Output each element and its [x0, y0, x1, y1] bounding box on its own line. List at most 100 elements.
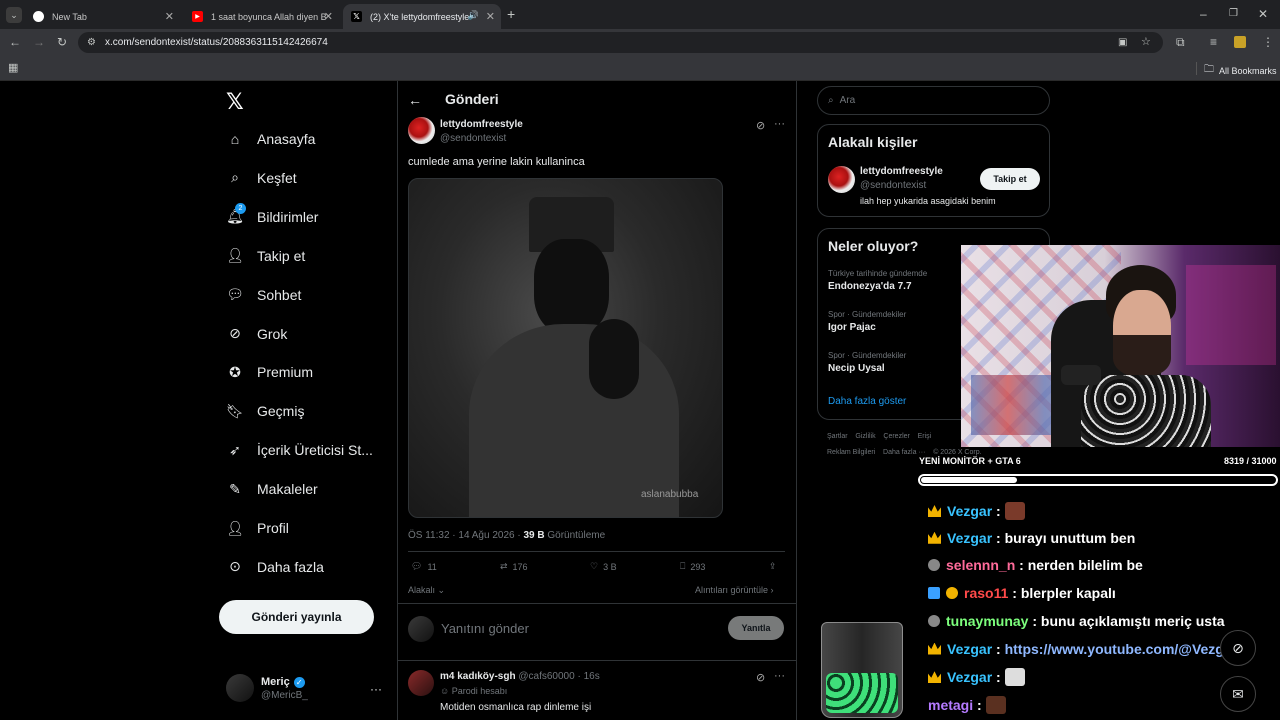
extensions-icon[interactable]: ⧉ [1176, 36, 1185, 48]
minimize-icon[interactable]: – [1200, 8, 1207, 20]
related-handle[interactable]: @sendontexist [860, 180, 926, 191]
sidebar-item-label: Anasayfa [257, 131, 316, 147]
more-options-icon[interactable]: ··· [774, 118, 785, 130]
bookmark-icon: 🔖︎ [226, 402, 244, 419]
footer-links-1[interactable]: Şartlar Gizlilik Çerezler Erişi [827, 433, 931, 440]
tab-search-icon[interactable]: ⌄ [6, 7, 22, 23]
view-quotes-link[interactable]: Alıntıları görüntüle › [695, 585, 774, 595]
sidebar-item-11[interactable]: ⊙ Daha fazla [226, 556, 324, 578]
reply-input[interactable]: Yanıtını gönder [441, 621, 529, 636]
address-bar[interactable]: ⚙ x.com/sendontexist/status/208836311514… [78, 32, 1163, 53]
more-icon: ⊙ [229, 558, 241, 575]
close-icon[interactable]: ✕ [324, 10, 333, 23]
chat-username: tunaymunay [946, 612, 1029, 629]
chat-separator: : [992, 640, 1005, 657]
grok-icon[interactable]: ⊘ [756, 671, 765, 684]
sidebar-item-label: Grok [257, 325, 288, 342]
repost-count: 176 [512, 561, 528, 572]
divider [408, 551, 785, 552]
sidebar-item-6[interactable]: ✪ Premium [226, 361, 313, 383]
profile-icon[interactable] [1234, 36, 1246, 48]
account-name-row[interactable]: Meriç ✓ [261, 676, 305, 688]
back-icon[interactable]: ← [9, 36, 21, 48]
cast-icon[interactable]: ▣ [1118, 37, 1127, 49]
account-more-icon[interactable]: ··· [370, 682, 382, 696]
messages-float-icon[interactable]: ✉︎ [1220, 676, 1256, 712]
profile-icon: 👤︎ [226, 519, 244, 536]
tab-x-post[interactable]: 𝕏 (2) X'te lettydomfreestyle: " 🔊 ✕ [343, 4, 501, 29]
reply-avatar [408, 616, 434, 642]
all-bookmarks[interactable]: 🗀 All Bookmarks [1204, 62, 1277, 79]
sidebar-item-2[interactable]: 🔔︎ 2 Bildirimler [226, 202, 318, 228]
repost-action[interactable]: ⇄ 176 [500, 561, 528, 572]
trend-item[interactable]: Türkiye tarihinde gündemde Endonezya'da … [828, 269, 927, 292]
grok-float-icon[interactable]: ⊘ [1220, 630, 1256, 666]
close-icon[interactable]: ✕ [165, 10, 174, 23]
heart-icon: ♡ [590, 561, 599, 571]
related-name[interactable]: lettydomfreestyle [860, 166, 943, 177]
tab-youtube[interactable]: ▶ 1 saat boyunca Allah diyen Bim ✕ [184, 4, 339, 29]
author-name[interactable]: lettydomfreestyle [440, 119, 523, 130]
search-icon: ⌕ [231, 169, 239, 186]
reply-icon: 💬︎ [411, 561, 423, 571]
restore-icon[interactable]: ❐ [1229, 8, 1238, 20]
avatar[interactable] [226, 674, 254, 702]
close-window-icon[interactable]: ✕ [1258, 8, 1268, 20]
sidebar-item-3[interactable]: 👤︎ Takip et [226, 245, 305, 267]
site-info-icon[interactable]: ⚙ [87, 37, 96, 49]
post-button[interactable]: Gönderi yayınla [219, 600, 374, 634]
trend-item[interactable]: Spor · Gündemdekiler Igor Pajac [828, 310, 906, 333]
menu-icon[interactable]: ⋮ [1262, 36, 1274, 48]
account-handle: @MericB_ [261, 690, 308, 701]
share-icon[interactable]: ⇪ [769, 561, 777, 572]
sidebar-item-label: Keşfet [257, 169, 297, 186]
sidebar-item-9[interactable]: ✎ Makaleler [226, 478, 318, 500]
reload-icon[interactable]: ↻ [57, 36, 67, 48]
close-icon[interactable]: ✕ [486, 10, 495, 23]
commenter-name[interactable]: m4 kadıköy-sgh [440, 671, 516, 682]
commenter-avatar[interactable] [408, 670, 434, 696]
x-logo[interactable]: 𝕏 [226, 89, 244, 115]
sub-badge-icon [928, 614, 940, 627]
chat-username: selennn_n [946, 557, 1016, 574]
tab-new-tab[interactable]: New Tab ✕ [25, 4, 180, 29]
more-options-icon[interactable]: ··· [774, 670, 785, 682]
post-timestamp: ÖS 11:32 · 14 Ağu 2026 · [408, 530, 524, 541]
grok-icon[interactable]: ⊘ [756, 119, 765, 132]
follow-button[interactable]: Takip et [980, 168, 1040, 190]
author-avatar[interactable] [408, 117, 435, 144]
forward-icon[interactable]: → [33, 36, 45, 48]
trend-name: Igor Pajac [828, 322, 876, 333]
emote-image [1004, 502, 1025, 520]
relevance-dropdown[interactable]: Alakalı ⌄ [408, 585, 445, 596]
bookmark-star-icon[interactable]: ☆ [1141, 36, 1151, 48]
reply-button[interactable]: Yanıtla [728, 616, 784, 640]
related-avatar[interactable] [828, 166, 855, 193]
apps-icon[interactable]: ▦ [8, 62, 18, 74]
post-meta: ÖS 11:32 · 14 Ağu 2026 · 39 B Görüntülem… [408, 530, 605, 541]
post-video[interactable]: aslanabubba [408, 178, 723, 518]
author-handle[interactable]: @sendontexist [440, 133, 506, 144]
like-action[interactable]: ♡ 3 B [590, 561, 617, 572]
new-tab-icon[interactable]: + [507, 7, 515, 21]
commenter-handle[interactable]: @cafs60000 [518, 671, 574, 682]
bookmark-action[interactable]: ⎕ 293 [680, 561, 705, 572]
reply-action[interactable]: 💬︎ 11 [411, 561, 437, 572]
sidebar-item-8[interactable]: ➶ İçerik Üreticisi St... [226, 439, 373, 461]
tab-title: New Tab [52, 11, 87, 22]
sidebar-item-5[interactable]: ⊘ Grok [226, 323, 287, 345]
follow-icon: 👤︎ [226, 247, 244, 264]
sidebar-item-0[interactable]: ⌂ Anasayfa [226, 128, 316, 150]
sidebar-item-label: Profil [257, 520, 289, 536]
show-more-link[interactable]: Daha fazla göster [828, 396, 906, 407]
back-arrow-icon[interactable]: ← [408, 92, 422, 108]
sidebar-item-4[interactable]: 💬︎ Sohbet [226, 284, 301, 306]
sidebar-item-7[interactable]: 🔖︎ Geçmiş [226, 400, 304, 422]
sidebar-item-1[interactable]: ⌕ Keşfet [226, 167, 297, 189]
search-input[interactable]: ⌕ Ara [817, 86, 1050, 115]
trend-item[interactable]: Spor · Gündemdekiler Necip Uysal [828, 351, 906, 374]
footer-links-2[interactable]: Reklam Bilgileri Daha fazla ··· © 2026 X… [827, 449, 982, 456]
audio-icon[interactable]: 🔊 [468, 10, 479, 21]
sidebar-item-10[interactable]: 👤︎ Profil [226, 517, 289, 539]
reading-list-icon[interactable]: ≡ [1210, 36, 1217, 48]
